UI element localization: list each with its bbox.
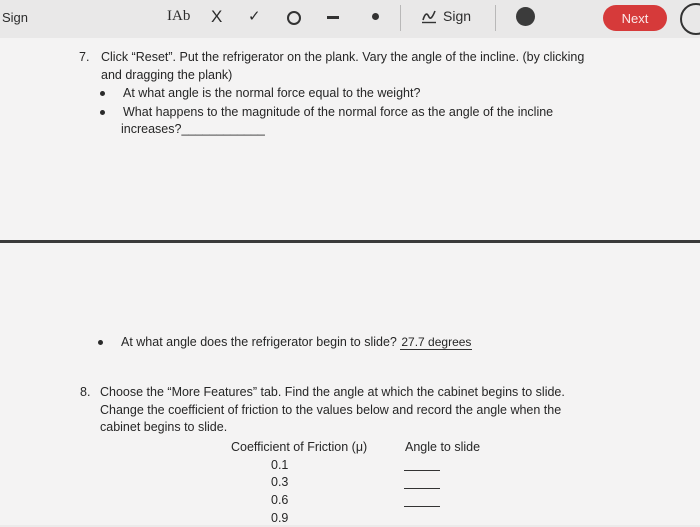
bullet-item-cont: increases?____________ [121,121,265,138]
worksheet-page: 7. Click “Reset”. Put the refrigerator o… [0,38,700,525]
bullet-item: What happens to the magnitude of the nor… [99,105,554,119]
bullet-item: At what angle does the refrigerator begi… [97,334,473,351]
dot-tool-icon[interactable] [372,13,379,20]
question-text: Change the coefficient of friction to th… [100,403,562,417]
answer-text[interactable]: 27.7 degrees [400,335,473,350]
question-number: 8. [80,385,91,399]
bullet-item: At what angle is the normal force equal … [99,86,421,100]
cross-mark-tool[interactable]: X [211,7,222,27]
page-divider [0,240,700,243]
toolbar-divider [495,5,496,31]
circle-tool-icon[interactable] [287,11,301,25]
question-number: 7. [79,50,90,64]
table-header: Angle to slide [405,440,481,454]
signature-button[interactable]: Sign [421,8,471,24]
color-picker-icon[interactable] [516,7,535,26]
question-text: Click “Reset”. Put the refrigerator on t… [101,50,585,64]
question-text: and dragging the plank) [101,68,233,82]
check-mark-tool[interactable]: ✓ [248,7,261,25]
signature-label: Sign [443,8,472,24]
answer-blank[interactable] [404,506,440,507]
bullet-text: increases? [121,122,182,136]
text-tool-button[interactable]: IAb [167,8,190,25]
table-cell: 0.6 [271,493,289,507]
table-cell: 0.3 [271,475,289,489]
sign-tool-left[interactable]: Sign [2,10,28,25]
question-text: Choose the “More Features” tab. Find the… [100,385,565,399]
pen-icon [422,10,436,24]
bullet-text: At what angle does the refrigerator begi… [121,335,397,349]
line-tool-icon[interactable] [327,16,339,19]
table-header: Coefficient of Friction (μ) [231,440,368,454]
answer-blank[interactable] [404,470,440,471]
help-circle-icon[interactable] [680,3,700,35]
table-cell: 0.9 [271,511,289,525]
annotation-toolbar: Sign IAb X ✓ Sign Next [0,0,700,38]
toolbar-divider [400,5,401,31]
question-text: cabinet begins to slide. [100,420,228,434]
answer-blank[interactable]: ____________ [181,122,264,136]
answer-blank[interactable] [404,488,440,489]
table-cell: 0.1 [271,458,289,472]
next-button[interactable]: Next [603,5,667,31]
